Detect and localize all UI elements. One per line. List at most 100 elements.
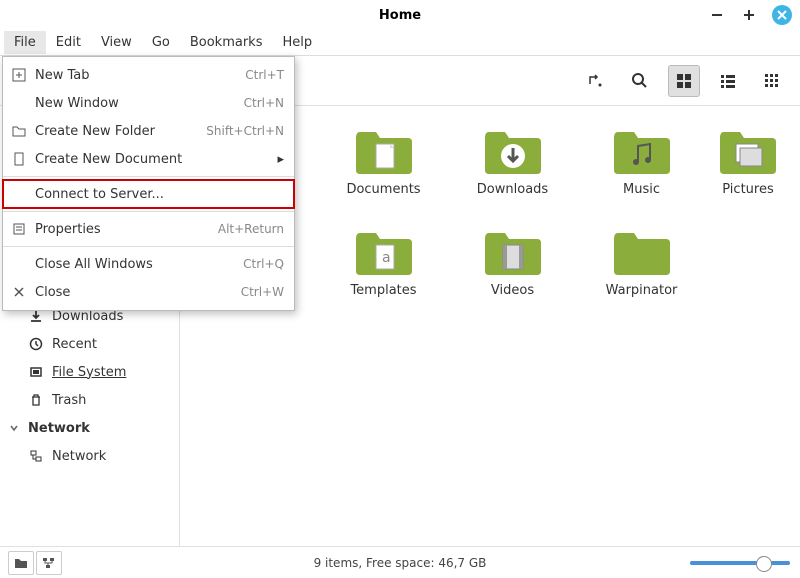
search-icon (631, 72, 649, 90)
compact-view-button[interactable] (756, 65, 788, 97)
menu-separator (3, 176, 294, 177)
folder-icon (716, 126, 780, 176)
menu-item-label: Create New Folder (35, 124, 198, 139)
window-title: Home (379, 8, 421, 23)
folder-icon (610, 126, 674, 176)
folder-icon (481, 227, 545, 277)
places-icon (14, 557, 28, 569)
file-menu-dropdown: New Tab Ctrl+T New Window Ctrl+N Create … (2, 56, 295, 311)
folder-music[interactable]: Music (587, 126, 696, 197)
titlebar: Home (0, 0, 800, 30)
icon-view-button[interactable] (668, 65, 700, 97)
menubar: File Edit View Go Bookmarks Help (0, 30, 800, 56)
folder-pictures[interactable]: Pictures (716, 126, 780, 197)
statusbar-left (8, 551, 62, 575)
blank-icon (11, 95, 27, 111)
sidebar-group-network[interactable]: Network (0, 414, 179, 442)
statusbar: 9 items, Free space: 46,7 GB (0, 546, 800, 578)
menu-item-create-document[interactable]: Create New Document ▸ (3, 145, 294, 173)
sidebar-item-recent[interactable]: Recent (0, 330, 179, 358)
properties-icon (11, 221, 27, 237)
folder-label: Documents (346, 182, 420, 197)
folder-warpinator[interactable]: Warpinator (587, 227, 696, 308)
menu-item-label: New Window (35, 96, 236, 111)
close-icon (777, 10, 787, 20)
chevron-down-icon (6, 420, 22, 436)
menu-item-close[interactable]: Close Ctrl+W (3, 278, 294, 306)
menu-edit[interactable]: Edit (46, 31, 91, 54)
menu-item-label: Close (35, 285, 233, 300)
menu-item-accel: Ctrl+T (245, 68, 284, 82)
menu-separator (3, 246, 294, 247)
folder-label: Pictures (722, 182, 773, 197)
tree-icon (42, 557, 56, 569)
search-button[interactable] (624, 65, 656, 97)
menu-separator (3, 211, 294, 212)
menu-item-label: Properties (35, 222, 210, 237)
menu-item-accel: Ctrl+W (241, 285, 284, 299)
places-toggle-button[interactable] (8, 551, 34, 575)
maximize-icon (742, 8, 756, 22)
svg-text:a: a (382, 250, 391, 266)
folder-videos[interactable]: Videos (458, 227, 567, 308)
menu-item-accel: Shift+Ctrl+N (206, 124, 284, 138)
folder-icon (481, 126, 545, 176)
blank-icon (11, 186, 27, 202)
menu-item-close-all[interactable]: Close All Windows Ctrl+Q (3, 250, 294, 278)
minimize-icon (710, 8, 724, 22)
window-controls (708, 5, 792, 25)
maximize-button[interactable] (740, 6, 758, 24)
menu-item-properties[interactable]: Properties Alt+Return (3, 215, 294, 243)
folder-documents[interactable]: Documents (329, 126, 438, 197)
folder-label: Templates (350, 283, 416, 298)
folder-templates[interactable]: a Templates (329, 227, 438, 308)
folder-icon: a (352, 227, 416, 277)
status-text: 9 items, Free space: 46,7 GB (314, 556, 487, 570)
sidebar-item-filesystem[interactable]: File System (0, 358, 179, 386)
menu-item-create-folder[interactable]: Create New Folder Shift+Ctrl+N (3, 117, 294, 145)
tree-toggle-button[interactable] (36, 551, 62, 575)
menu-go[interactable]: Go (142, 31, 180, 54)
close-button[interactable] (772, 5, 792, 25)
folder-downloads[interactable]: Downloads (458, 126, 567, 197)
recent-icon (28, 336, 44, 352)
icon-view-icon (675, 72, 693, 90)
list-view-icon (719, 72, 737, 90)
menu-item-label: Create New Document (35, 152, 269, 167)
menu-item-connect-server[interactable]: Connect to Server... (3, 180, 294, 208)
menu-item-accel: Alt+Return (218, 222, 284, 236)
minimize-button[interactable] (708, 6, 726, 24)
x-icon (11, 284, 27, 300)
menu-view[interactable]: View (91, 31, 142, 54)
menu-item-label: Close All Windows (35, 257, 235, 272)
folder-label: Videos (491, 283, 534, 298)
toggle-location-button[interactable] (580, 65, 612, 97)
compact-view-icon (763, 72, 781, 90)
list-view-button[interactable] (712, 65, 744, 97)
trash-icon (28, 392, 44, 408)
menu-bookmarks[interactable]: Bookmarks (180, 31, 273, 54)
folder-icon (610, 227, 674, 277)
folder-label: Warpinator (606, 283, 678, 298)
folder-icon (11, 123, 27, 139)
menu-help[interactable]: Help (272, 31, 322, 54)
sidebar-item-trash[interactable]: Trash (0, 386, 179, 414)
toggle-location-icon (587, 72, 605, 90)
menu-item-new-tab[interactable]: New Tab Ctrl+T (3, 61, 294, 89)
menu-item-new-window[interactable]: New Window Ctrl+N (3, 89, 294, 117)
sidebar-item-network[interactable]: Network (0, 442, 179, 470)
sidebar-item-label: Trash (52, 393, 86, 408)
menu-file[interactable]: File (4, 31, 46, 54)
filesystem-icon (28, 364, 44, 380)
zoom-slider[interactable] (690, 561, 790, 565)
folder-icon (352, 126, 416, 176)
submenu-arrow-icon: ▸ (277, 152, 284, 167)
menu-item-accel: Ctrl+N (244, 96, 284, 110)
sidebar-group-label: Network (28, 421, 90, 436)
sidebar-item-label: Network (52, 449, 106, 464)
menu-item-accel: Ctrl+Q (243, 257, 284, 271)
blank-icon (11, 256, 27, 272)
sidebar-item-label: Recent (52, 337, 97, 352)
new-tab-icon (11, 67, 27, 83)
document-icon (11, 151, 27, 167)
